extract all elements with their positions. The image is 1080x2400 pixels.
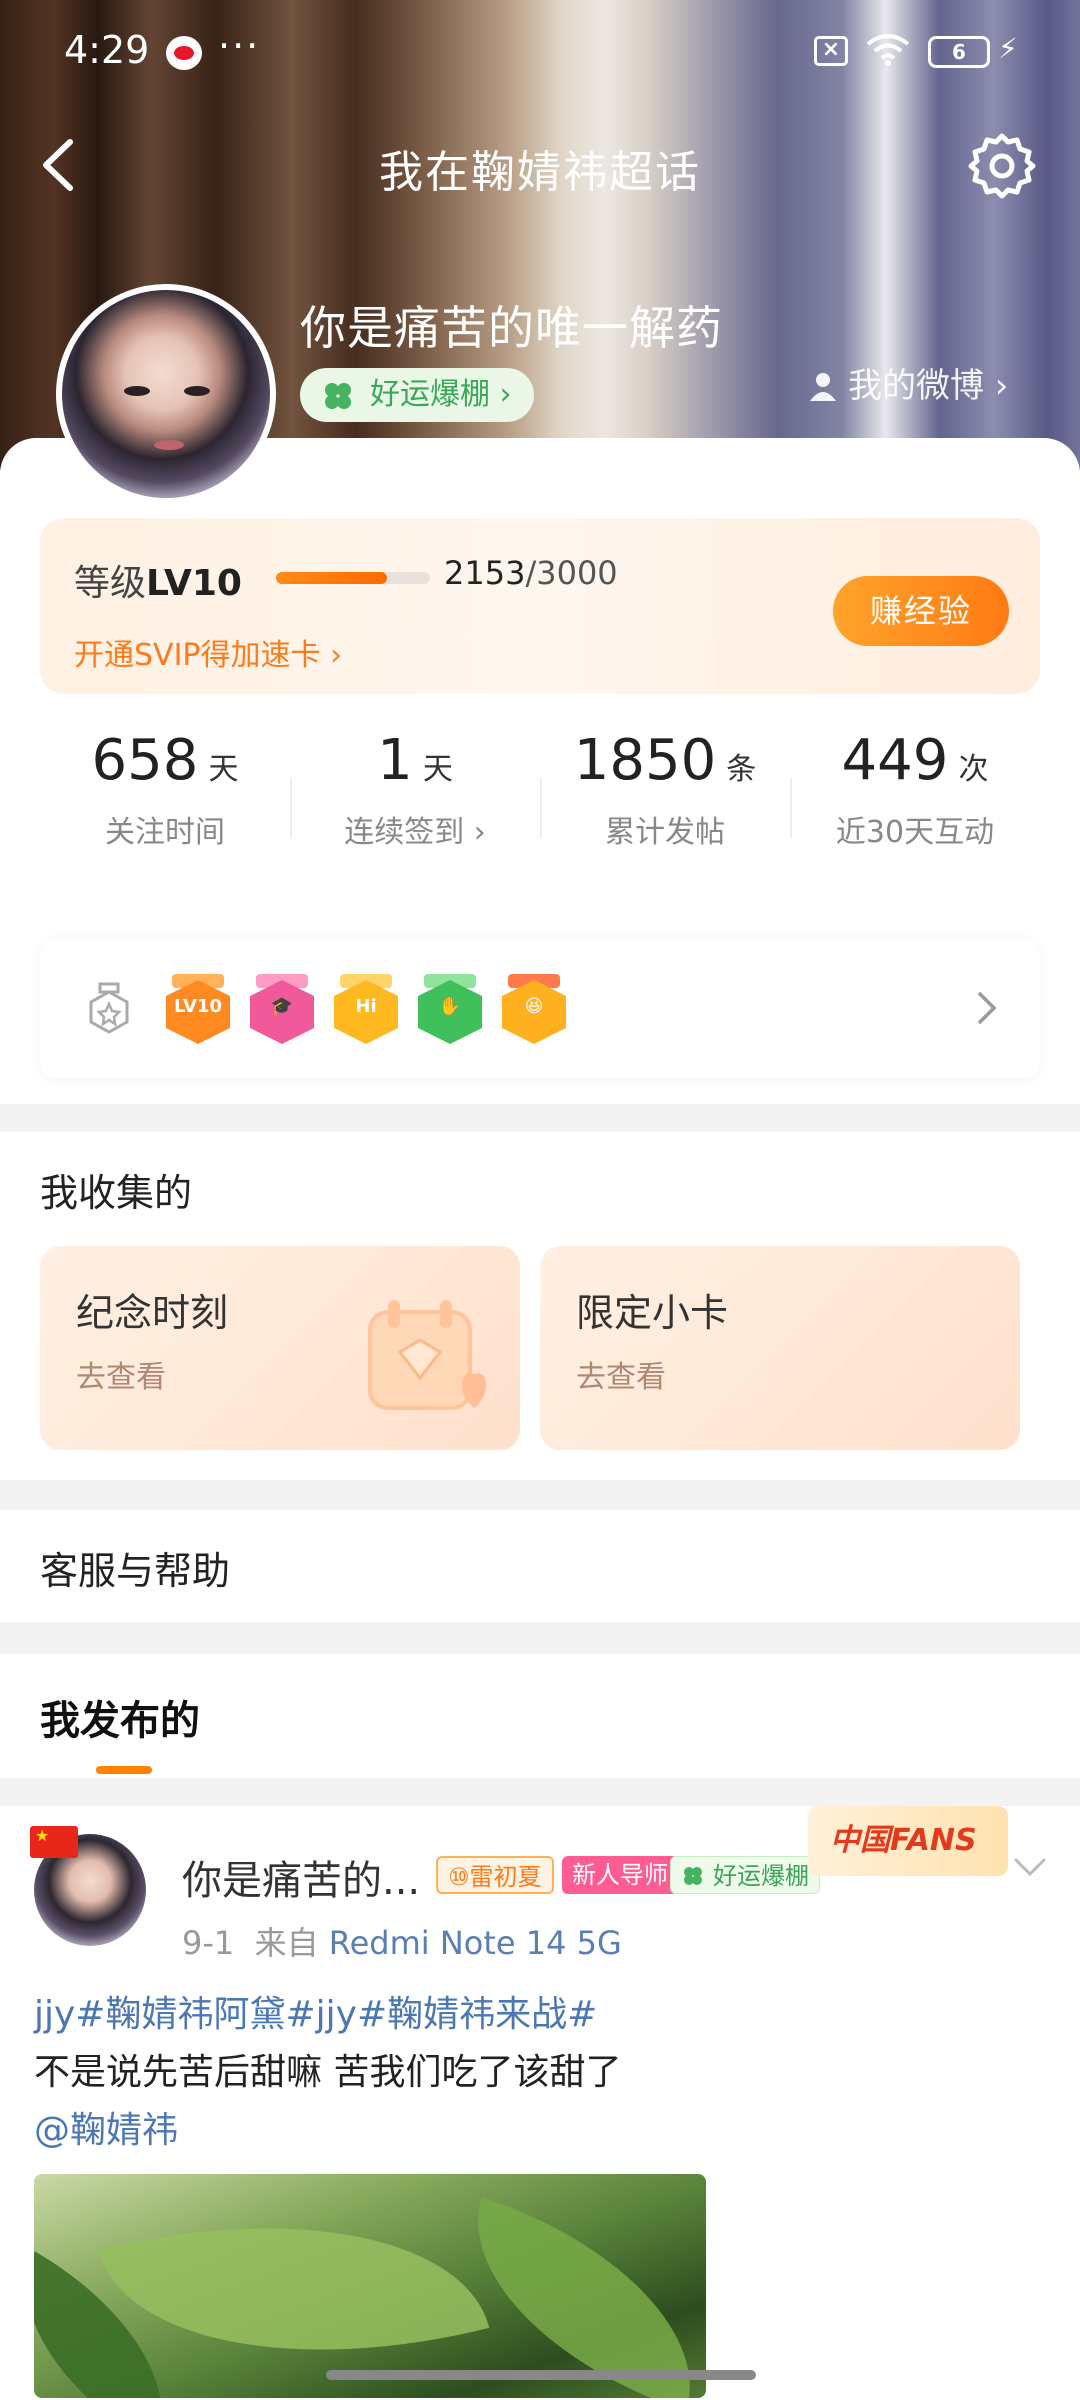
medal-outline-icon bbox=[89, 982, 129, 1034]
china-fans-badge: 中国FANS bbox=[808, 1806, 1008, 1876]
post-text: 不是说先苦后甜嘛 苦我们吃了该甜了 bbox=[34, 2052, 622, 2093]
luck-badge[interactable]: 好运爆棚 › bbox=[300, 368, 534, 422]
card-title: 纪念时刻 bbox=[76, 1291, 229, 1335]
my-weibo-link[interactable]: 我的微博 › bbox=[808, 358, 1008, 407]
person-icon bbox=[810, 373, 836, 401]
post-hashtags[interactable]: jjy#鞠婧祎阿黛#jjy#鞠婧祎来战# bbox=[34, 1986, 1034, 2044]
published-tab-header: 我发布的 bbox=[0, 1654, 1080, 1778]
mentor-tag: 新人导师 bbox=[562, 1856, 678, 1894]
stat-unit: 次 bbox=[958, 752, 989, 787]
app-screen: 4:29 ··· × 6 ⚡ 我在鞠婧祎超话 你是痛苦的唯一解药 好运爆棚 › … bbox=[0, 0, 1080, 2400]
svip-link[interactable]: 开通SVIP得加速卡 › bbox=[74, 630, 342, 674]
battery-icon: 6 bbox=[928, 36, 990, 68]
stat-number: 449 bbox=[841, 728, 949, 793]
post-author-name[interactable]: 你是痛苦的... bbox=[182, 1848, 420, 1906]
graduation-medal: 🎓 bbox=[250, 974, 314, 1046]
memorial-moments-card[interactable]: 纪念时刻 去查看 bbox=[40, 1246, 520, 1450]
chevron-right-icon[interactable] bbox=[976, 990, 998, 1026]
customer-service-row[interactable]: 客服与帮助 bbox=[0, 1510, 1080, 1622]
post-card: 你是痛苦的... ⑩雷初夏 新人导师 好运爆棚 中国FANS 9-1 来自 Re… bbox=[0, 1806, 1080, 2400]
level-total: /3000 bbox=[525, 554, 618, 592]
status-bar: 4:29 ··· × 6 ⚡ bbox=[0, 22, 1080, 82]
my-weibo-label: 我的微博 › bbox=[848, 366, 1009, 406]
page-title: 我在鞠婧祎超话 bbox=[379, 147, 701, 198]
fan-info-card: 等级LV10 2153/3000 开通SVIP得加速卡 › 赚经验 658 天 关… bbox=[0, 438, 1080, 1104]
published-tab[interactable]: 我发布的 bbox=[40, 1688, 200, 1746]
emoji-medal: 😆 bbox=[502, 974, 566, 1046]
stat-follow-days: 658 天 关注时间 bbox=[40, 728, 290, 868]
status-time: 4:29 bbox=[64, 28, 150, 72]
home-indicator bbox=[326, 2370, 756, 2380]
post-date: 9-1 bbox=[182, 1924, 235, 1962]
wifi-icon bbox=[866, 34, 910, 66]
avatar[interactable] bbox=[56, 284, 276, 504]
stat-label: 连续签到 › bbox=[344, 815, 486, 850]
stat-interactions: 449 次 近30天互动 bbox=[790, 728, 1040, 868]
leaf-shape bbox=[438, 2197, 706, 2398]
avatar-eye bbox=[124, 386, 150, 396]
post-source-label: 来自 bbox=[254, 1924, 319, 1962]
luck-tag-label: 好运爆棚 bbox=[713, 1862, 809, 1890]
level-prefix: 等级 bbox=[74, 563, 147, 604]
profile-nickname: 你是痛苦的唯一解药 bbox=[300, 301, 723, 355]
settings-gear-icon[interactable] bbox=[966, 130, 1038, 202]
level-progress-fill bbox=[276, 572, 387, 584]
stats-row: 658 天 关注时间 1天 连续签到 › 1850 条 累计发帖 449 次 近30天… bbox=[40, 728, 1040, 868]
active-tab-indicator bbox=[96, 1766, 152, 1774]
stat-label: 关注时间 bbox=[105, 815, 225, 850]
level-value: LV10 bbox=[146, 563, 242, 604]
post-meta: 9-1 来自 Redmi Note 14 5G bbox=[182, 1918, 622, 1964]
limited-cards-card[interactable]: 限定小卡 去查看 bbox=[540, 1246, 1020, 1450]
clover-icon bbox=[684, 1867, 702, 1885]
earn-exp-button[interactable]: 赚经验 bbox=[833, 576, 1009, 646]
stat-label: 累计发帖 bbox=[605, 815, 725, 850]
post-device[interactable]: Redmi Note 14 5G bbox=[329, 1924, 622, 1962]
stat-label: 近30天互动 bbox=[835, 815, 995, 850]
avatar-lips bbox=[154, 440, 184, 450]
help-title: 客服与帮助 bbox=[40, 1549, 231, 1593]
card-subtitle: 去查看 bbox=[576, 1360, 666, 1395]
lv10-medal: LV10 bbox=[166, 974, 230, 1046]
hi-medal: Hi bbox=[334, 974, 398, 1046]
avatar-eye bbox=[184, 386, 210, 396]
level-progress-bar bbox=[276, 572, 430, 584]
hand-medal: ✋ bbox=[418, 974, 482, 1046]
level-current: 2153 bbox=[444, 554, 526, 592]
card-title: 限定小卡 bbox=[576, 1291, 729, 1335]
chevron-down-icon[interactable] bbox=[1012, 1856, 1048, 1880]
stat-checkin-days[interactable]: 1天 连续签到 › bbox=[290, 728, 540, 868]
fan-level-tag: ⑩雷初夏 bbox=[436, 1856, 554, 1894]
level-label: 等级LV10 bbox=[74, 554, 242, 606]
collected-section: 我收集的 纪念时刻 去查看 限定小卡 去查看 bbox=[0, 1132, 1080, 1480]
stat-unit: 天 bbox=[208, 752, 239, 787]
china-flag-icon bbox=[30, 1826, 78, 1858]
no-sim-icon: × bbox=[814, 36, 848, 66]
leaf-shape bbox=[98, 2174, 490, 2398]
stat-number: 658 bbox=[91, 728, 199, 793]
luck-badge-label: 好运爆棚 › bbox=[370, 377, 512, 412]
charging-icon: ⚡ bbox=[998, 32, 1018, 65]
stat-number: 1 bbox=[377, 728, 413, 793]
post-image[interactable] bbox=[34, 2174, 706, 2398]
level-panel: 等级LV10 2153/3000 开通SVIP得加速卡 › 赚经验 bbox=[40, 518, 1040, 694]
clover-icon bbox=[325, 383, 351, 409]
stat-unit: 条 bbox=[726, 752, 757, 787]
post-mention[interactable]: @鞠婧祎 bbox=[34, 2102, 1034, 2160]
collected-title: 我收集的 bbox=[40, 1171, 193, 1215]
post-body: jjy#鞠婧祎阿黛#jjy#鞠婧祎来战# 不是说先苦后甜嘛 苦我们吃了该甜了 @… bbox=[34, 1986, 1034, 2160]
more-notifications-icon: ··· bbox=[218, 24, 261, 68]
level-score: 2153/3000 bbox=[444, 554, 618, 592]
card-subtitle: 去查看 bbox=[76, 1360, 166, 1395]
calendar-heart-icon bbox=[368, 1300, 486, 1410]
stat-unit: 天 bbox=[422, 752, 453, 787]
luck-tag: 好运爆棚 bbox=[670, 1856, 820, 1894]
weibo-notification-icon bbox=[166, 36, 202, 70]
stat-number: 1850 bbox=[573, 728, 717, 793]
medal-wall[interactable]: LV10 🎓 Hi ✋ 😆 bbox=[40, 938, 1040, 1078]
stat-post-count: 1850 条 累计发帖 bbox=[540, 728, 790, 868]
top-bar: 我在鞠婧祎超话 bbox=[0, 120, 1080, 210]
